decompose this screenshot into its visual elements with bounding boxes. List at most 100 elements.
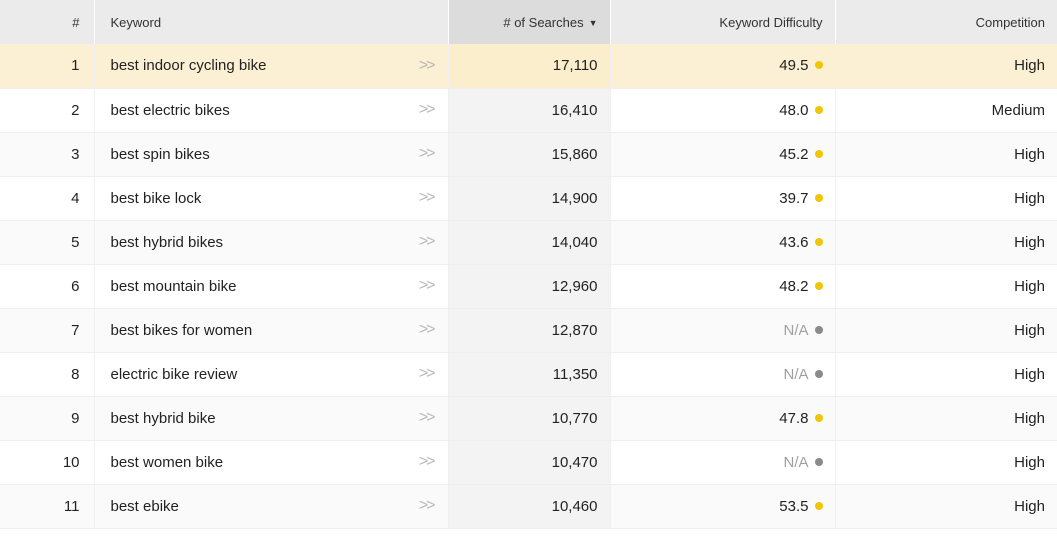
row-difficulty-value: 45.2 — [779, 145, 809, 163]
difficulty-dot-icon — [814, 369, 823, 378]
row-keyword-cell: electric bike review >> — [94, 352, 449, 397]
keyword-table: # Keyword # of Searches ▼ Keyword Difficu… — [0, 0, 1057, 529]
row-difficulty-value: 48.0 — [779, 101, 809, 119]
row-keyword[interactable]: best hybrid bikes — [111, 234, 224, 251]
column-header-rank[interactable]: # — [0, 0, 95, 44]
row-keyword[interactable]: electric bike review — [111, 366, 238, 383]
row-difficulty: 47.8 — [610, 396, 836, 441]
row-keyword-cell: best women bike >> — [94, 440, 449, 485]
double-chevron-right-icon[interactable]: >> — [419, 233, 436, 251]
table-row[interactable]: 1 best indoor cycling bike >> 17,110 49.5… — [0, 44, 1057, 89]
row-rank: 10 — [0, 440, 95, 485]
row-searches: 16,410 — [448, 88, 611, 133]
row-keyword[interactable]: best indoor cycling bike — [111, 57, 267, 74]
row-difficulty-value: 43.6 — [779, 233, 809, 251]
column-header-difficulty-label: Keyword Difficulty — [719, 14, 823, 30]
double-chevron-right-icon[interactable]: >> — [419, 321, 436, 339]
row-rank: 5 — [0, 220, 95, 265]
column-header-keyword-label: Keyword — [110, 14, 162, 30]
row-difficulty-value: N/A — [783, 321, 809, 339]
row-searches: 14,040 — [448, 220, 611, 265]
table-row[interactable]: 4 best bike lock >> 14,900 39.7 High — [0, 176, 1057, 221]
row-rank: 8 — [0, 352, 95, 397]
difficulty-dot-icon — [814, 281, 823, 290]
row-difficulty-value: 48.2 — [779, 277, 809, 295]
row-difficulty: 45.2 — [610, 132, 836, 177]
row-keyword[interactable]: best spin bikes — [111, 146, 210, 163]
row-keyword[interactable]: best bike lock — [111, 190, 202, 207]
row-competition: High — [835, 440, 1057, 485]
row-rank: 4 — [0, 176, 95, 221]
row-searches: 10,770 — [448, 396, 611, 441]
table-row[interactable]: 8 electric bike review >> 11,350 N/A High — [0, 352, 1057, 397]
double-chevron-right-icon[interactable]: >> — [419, 57, 436, 75]
row-keyword[interactable]: best electric bikes — [111, 102, 230, 119]
double-chevron-right-icon[interactable]: >> — [419, 277, 436, 295]
row-searches: 10,470 — [448, 440, 611, 485]
row-keyword-cell: best indoor cycling bike >> — [94, 44, 449, 89]
column-header-searches[interactable]: # of Searches ▼ — [448, 0, 611, 44]
row-keyword[interactable]: best mountain bike — [111, 278, 237, 295]
row-competition: High — [835, 220, 1057, 265]
row-competition: High — [835, 44, 1057, 89]
difficulty-dot-icon — [814, 105, 823, 114]
difficulty-dot-icon — [814, 193, 823, 202]
table-row[interactable]: 5 best hybrid bikes >> 14,040 43.6 High — [0, 220, 1057, 265]
difficulty-dot-icon — [814, 457, 823, 466]
row-difficulty-value: N/A — [783, 453, 809, 471]
row-keyword-cell: best hybrid bikes >> — [94, 220, 449, 265]
column-header-competition-label: Competition — [975, 14, 1045, 30]
row-searches: 11,350 — [448, 352, 611, 397]
difficulty-dot-icon — [814, 237, 823, 246]
difficulty-dot-icon — [814, 413, 823, 422]
row-competition: High — [835, 484, 1057, 529]
double-chevron-right-icon[interactable]: >> — [419, 365, 436, 383]
table-row[interactable]: 11 best ebike >> 10,460 53.5 High — [0, 484, 1057, 529]
table-row[interactable]: 10 best women bike >> 10,470 N/A High — [0, 440, 1057, 485]
row-difficulty: 49.5 — [610, 44, 836, 89]
row-keyword[interactable]: best ebike — [111, 498, 179, 515]
row-competition: High — [835, 308, 1057, 353]
table-row[interactable]: 6 best mountain bike >> 12,960 48.2 High — [0, 264, 1057, 309]
row-keyword[interactable]: best bikes for women — [111, 322, 253, 339]
row-searches: 15,860 — [448, 132, 611, 177]
row-keyword-cell: best spin bikes >> — [94, 132, 449, 177]
difficulty-dot-icon — [814, 61, 823, 70]
row-keyword-cell: best electric bikes >> — [94, 88, 449, 133]
row-competition: High — [835, 352, 1057, 397]
row-difficulty-value: 49.5 — [779, 57, 809, 75]
row-competition: Medium — [835, 88, 1057, 133]
column-header-competition[interactable]: Competition — [835, 0, 1057, 44]
row-difficulty-value: N/A — [783, 365, 809, 383]
row-difficulty: 53.5 — [610, 484, 836, 529]
row-competition: High — [835, 132, 1057, 177]
table-row[interactable]: 2 best electric bikes >> 16,410 48.0 Medi… — [0, 88, 1057, 133]
row-difficulty: 43.6 — [610, 220, 836, 265]
double-chevron-right-icon[interactable]: >> — [419, 101, 436, 119]
row-searches: 12,960 — [448, 264, 611, 309]
difficulty-dot-icon — [814, 501, 823, 510]
table-row[interactable]: 9 best hybrid bike >> 10,770 47.8 High — [0, 396, 1057, 441]
table-row[interactable]: 7 best bikes for women >> 12,870 N/A High — [0, 308, 1057, 353]
column-header-keyword[interactable]: Keyword — [94, 0, 449, 44]
row-keyword[interactable]: best women bike — [111, 454, 224, 471]
difficulty-dot-icon — [814, 325, 823, 334]
table-header-row: # Keyword # of Searches ▼ Keyword Difficu… — [0, 0, 1057, 44]
double-chevron-right-icon[interactable]: >> — [419, 145, 436, 163]
row-difficulty-value: 53.5 — [779, 497, 809, 515]
row-competition: High — [835, 176, 1057, 221]
row-searches: 14,900 — [448, 176, 611, 221]
table-row[interactable]: 3 best spin bikes >> 15,860 45.2 High — [0, 132, 1057, 177]
double-chevron-right-icon[interactable]: >> — [419, 409, 436, 427]
row-difficulty: 39.7 — [610, 176, 836, 221]
row-keyword[interactable]: best hybrid bike — [111, 410, 216, 427]
double-chevron-right-icon[interactable]: >> — [419, 189, 436, 207]
table-body: 1 best indoor cycling bike >> 17,110 49.5… — [0, 44, 1057, 529]
double-chevron-right-icon[interactable]: >> — [419, 497, 436, 515]
column-header-difficulty[interactable]: Keyword Difficulty — [610, 0, 836, 44]
row-difficulty-value: 47.8 — [779, 409, 809, 427]
row-searches: 10,460 — [448, 484, 611, 529]
double-chevron-right-icon[interactable]: >> — [419, 453, 436, 471]
column-header-rank-label: # — [72, 14, 80, 30]
row-keyword-cell: best bikes for women >> — [94, 308, 449, 353]
